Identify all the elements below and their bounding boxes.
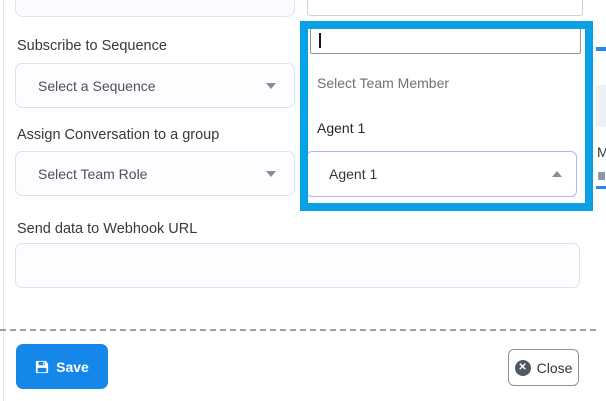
save-button-label: Save (56, 359, 89, 375)
sequence-select-value: Select a Sequence (38, 78, 266, 94)
background-blue-dash (596, 186, 606, 189)
team-role-select[interactable]: Select Team Role (15, 151, 295, 196)
close-button[interactable]: ✕ Close (508, 349, 579, 386)
close-x-circle-icon: ✕ (515, 360, 531, 376)
text-cursor (319, 33, 321, 48)
team-member-select[interactable]: Agent 1 (306, 151, 577, 197)
save-floppy-icon (35, 360, 49, 374)
background-blue-dash (596, 47, 606, 51)
dropdown-panel-top-sliver (307, 0, 583, 16)
background-tiny-icon (598, 172, 605, 180)
team-member-search-input[interactable] (310, 28, 581, 54)
top-partial-input[interactable] (15, 0, 295, 17)
webhook-url-input[interactable] (15, 243, 580, 288)
dropdown-option-select-team-member[interactable]: Select Team Member (317, 75, 572, 95)
sequence-select[interactable]: Select a Sequence (15, 63, 295, 108)
dropdown-option-agent-1[interactable]: Agent 1 (317, 120, 572, 140)
close-button-label: Close (537, 360, 573, 376)
team-role-select-value: Select Team Role (38, 166, 266, 182)
chevron-up-icon (552, 171, 562, 177)
footer-divider (0, 329, 606, 331)
webhook-url-label: Send data to Webhook URL (17, 221, 197, 237)
assign-group-label: Assign Conversation to a group (17, 127, 219, 143)
subscribe-sequence-label: Subscribe to Sequence (17, 38, 167, 54)
chevron-down-icon (266, 83, 276, 89)
background-gray-band (596, 85, 606, 127)
chevron-down-icon (266, 171, 276, 177)
background-partial-text: M (597, 144, 606, 160)
background-page-strip (596, 0, 606, 401)
modal-left-border (3, 0, 4, 401)
team-member-select-value: Agent 1 (329, 166, 552, 182)
save-button[interactable]: Save (16, 344, 108, 389)
